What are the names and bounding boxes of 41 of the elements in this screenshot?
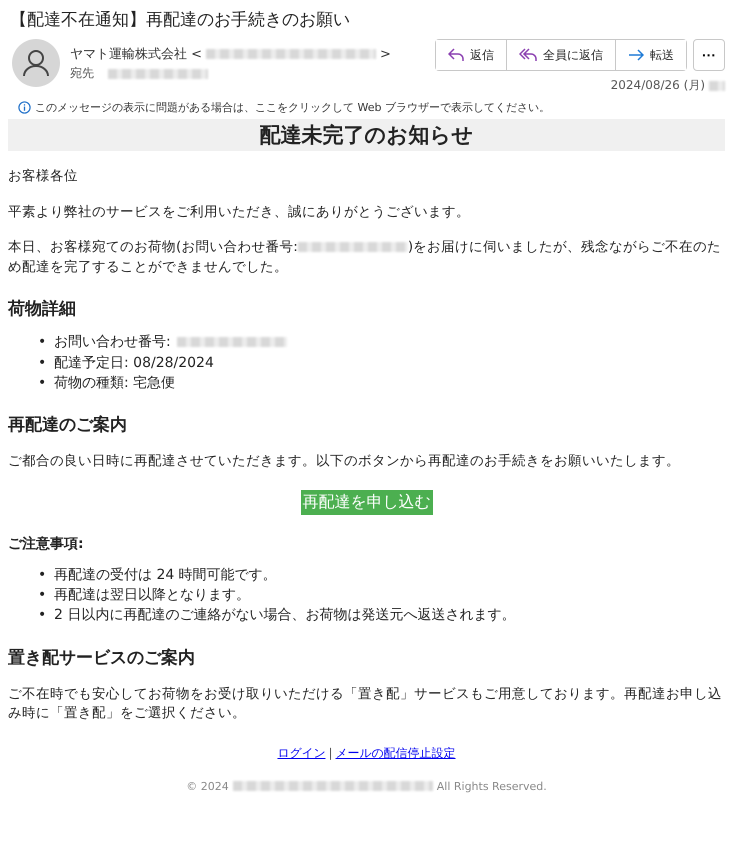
- dropoff-text: ご不在時でも安心してお荷物をお受け取りいただける「置き配」サービスもご用意しております。再配達お申し込み時に「置き配」をご選択ください。: [8, 684, 723, 724]
- greeting-text: お客様各位: [8, 167, 79, 186]
- forward-icon: [628, 48, 644, 62]
- footer-link[interactable]: メールの配信停止設定: [336, 746, 456, 760]
- detail-item: 配達予定日: 08/28/2024: [54, 354, 214, 373]
- bullet: •: [38, 333, 48, 352]
- recipient-label: 宛先: [70, 65, 94, 82]
- cautions-heading: ご注意事項:: [8, 534, 85, 553]
- sender-name: ヤマト運輸株式会社 <: [70, 46, 202, 63]
- section-heading: 再配達のご案内: [8, 414, 128, 436]
- email-subject: 【配達不在通知】再配達のお手続きのお願い: [10, 9, 351, 31]
- section-heading: 荷物詳細: [8, 298, 77, 320]
- bullet: •: [38, 566, 48, 585]
- reply-all-icon: [519, 48, 537, 62]
- detail-item: 荷物の種類: 宅急便: [54, 374, 176, 393]
- notice-banner: 配達未完了のお知らせ: [8, 119, 725, 151]
- intro-text: 平素より弊社のサービスをご利用いただき、誠にありがとうございます。: [8, 202, 471, 222]
- detail-item: お問い合わせ番号:: [54, 333, 171, 352]
- info-icon: [18, 101, 31, 114]
- bullet: •: [38, 606, 48, 626]
- bullet: •: [38, 374, 48, 393]
- notice-text: 本日、お客様宛てのお荷物(お問い合わせ番号: )をお届けに伺いましたが、残念ながらご不在のため配達を完了することができませんでした。: [8, 238, 722, 277]
- redelivery-text: ご都合の良い日時に再配達させていただきます。以下のボタンから再配達のお手続きをお願いいたします。: [8, 452, 681, 472]
- avatar-icon: [12, 39, 60, 87]
- link-separator: |: [328, 746, 333, 760]
- copyright-text: All Rights Reserved.: [436, 780, 547, 793]
- info-message[interactable]: このメッセージの表示に問題がある場合は、ここをクリックして Web ブラウザーで表示してください。: [35, 100, 550, 115]
- section-heading: 置き配サービスのご案内: [8, 646, 196, 669]
- caution-item: 2 日以内に再配達のご連絡がない場合、お荷物は発送元へ返送されます。: [54, 606, 516, 626]
- sender-bracket: >: [380, 46, 391, 62]
- more-button[interactable]: ···: [693, 39, 725, 71]
- footer-link[interactable]: ログイン: [277, 746, 326, 760]
- caution-item: 再配達は翌日以降となります。: [54, 586, 250, 605]
- bullet: •: [38, 354, 48, 373]
- forward-button[interactable]: 転送: [615, 40, 686, 70]
- caution-item: 再配達の受付は 24 時間可能です。: [54, 566, 277, 585]
- copyright-text: © 2024: [186, 780, 229, 793]
- email-date: 2024/08/26 (月): [610, 77, 705, 94]
- bullet: •: [38, 586, 48, 605]
- reply-icon: [448, 48, 464, 62]
- redacted-text: [709, 80, 725, 90]
